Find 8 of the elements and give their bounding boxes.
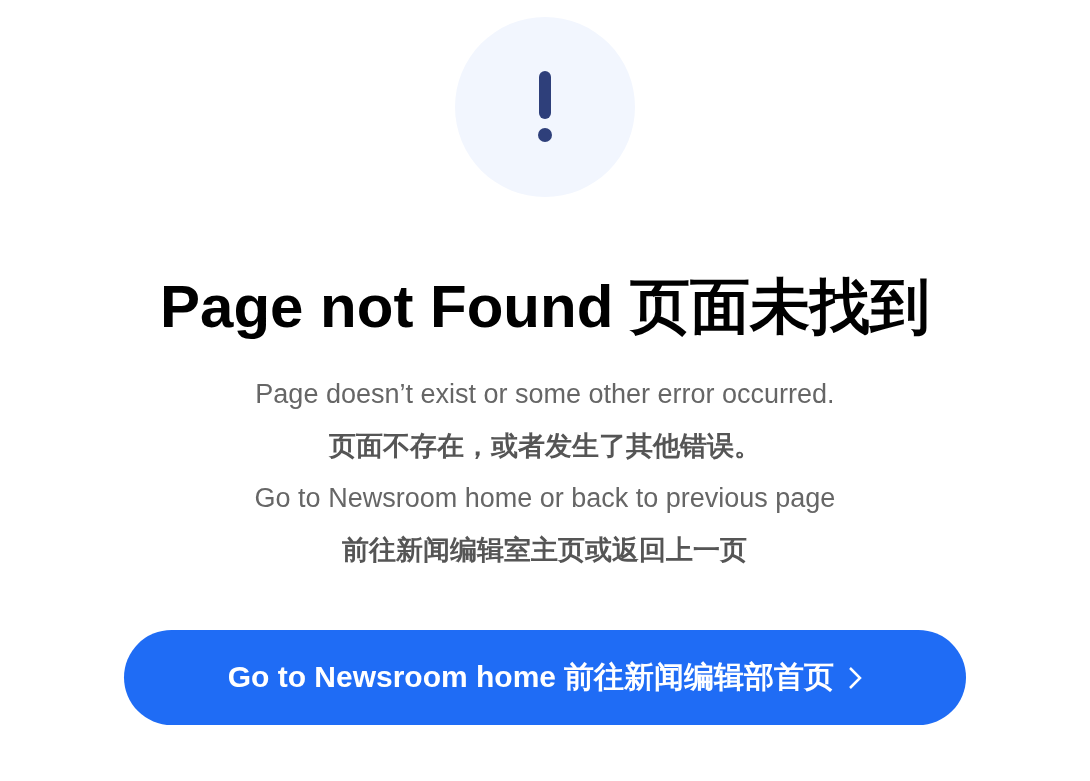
message-text: 页面不存在，或者发生了其他错误。 bbox=[329, 430, 761, 463]
page-title: Page not Found 页面未找到 bbox=[160, 272, 930, 342]
chevron-right-icon bbox=[848, 665, 863, 690]
newsroom-home-button[interactable]: Go to Newsroom home 前往新闻编辑部首页 bbox=[124, 630, 966, 725]
message-text: 前往新闻编辑室主页或返回上一页 bbox=[342, 534, 748, 567]
exclamation-icon bbox=[537, 71, 553, 143]
message-text: Page doesn’t exist or some other error occurred. bbox=[255, 378, 835, 411]
message-text: Go to Newsroom home or back to previous page bbox=[254, 482, 836, 515]
